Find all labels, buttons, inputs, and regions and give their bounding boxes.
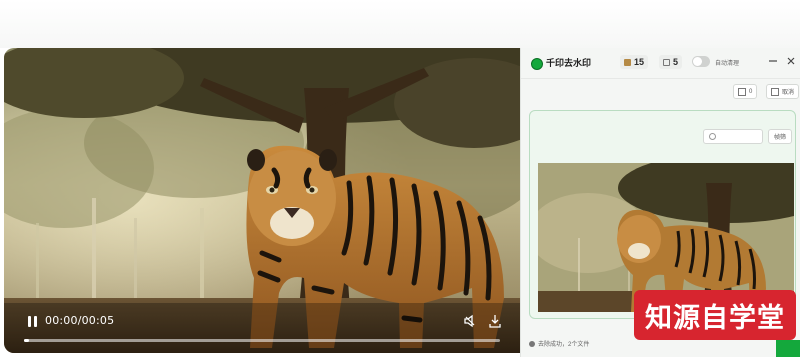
volume-icon[interactable] (462, 313, 478, 329)
workspace-panel: 帧筛 (529, 110, 796, 319)
count-a: 15 (634, 57, 645, 67)
cancel-button-label: 取消 (782, 90, 795, 96)
video-controls: 00:00/00:05 (4, 307, 520, 353)
status-bar: 去除成功，2个文件 (529, 339, 589, 348)
search-box[interactable] (703, 129, 763, 144)
top-background (0, 0, 800, 48)
download-icon[interactable] (487, 313, 503, 329)
app-logo-icon (531, 58, 543, 70)
status-text: 去除成功，2个文件 (538, 342, 590, 348)
divider (521, 78, 800, 79)
video-player[interactable]: 00:00/00:05 (4, 48, 520, 353)
cancel-button[interactable]: 取消 (766, 84, 800, 99)
cancel-icon (771, 87, 779, 96)
close-icon[interactable] (785, 55, 797, 67)
video-time: 00:00/00:05 (45, 314, 115, 327)
toggle-knob (693, 57, 702, 66)
search-input[interactable] (717, 131, 759, 142)
pause-icon[interactable] (26, 315, 40, 329)
search-button[interactable]: 帧筛 (768, 129, 792, 144)
toolbar-button-1[interactable]: 0 (733, 84, 758, 99)
watermark-overlay: 知源自学堂 (634, 290, 796, 340)
minimize-icon[interactable] (767, 55, 779, 67)
toolbar-button-1-label: 0 (749, 88, 753, 95)
search-icon (709, 133, 716, 140)
toggle-label: 自动清理 (715, 61, 740, 67)
file-icon (663, 58, 670, 66)
layout-icon (738, 87, 746, 96)
coin-icon (624, 58, 631, 66)
action-button-corner[interactable] (776, 340, 800, 357)
video-progress-fill (24, 339, 29, 342)
title-bar: 千印去水印 15 5 自动清理 (521, 48, 800, 78)
auto-clean-toggle[interactable] (692, 56, 710, 67)
status-icon (529, 340, 535, 347)
app-title: 千印去水印 (546, 58, 592, 68)
video-progress-bar[interactable] (24, 339, 500, 342)
count-b: 5 (673, 57, 679, 67)
count-chip-b[interactable]: 5 (659, 55, 683, 69)
count-chip-a[interactable]: 15 (620, 55, 649, 69)
